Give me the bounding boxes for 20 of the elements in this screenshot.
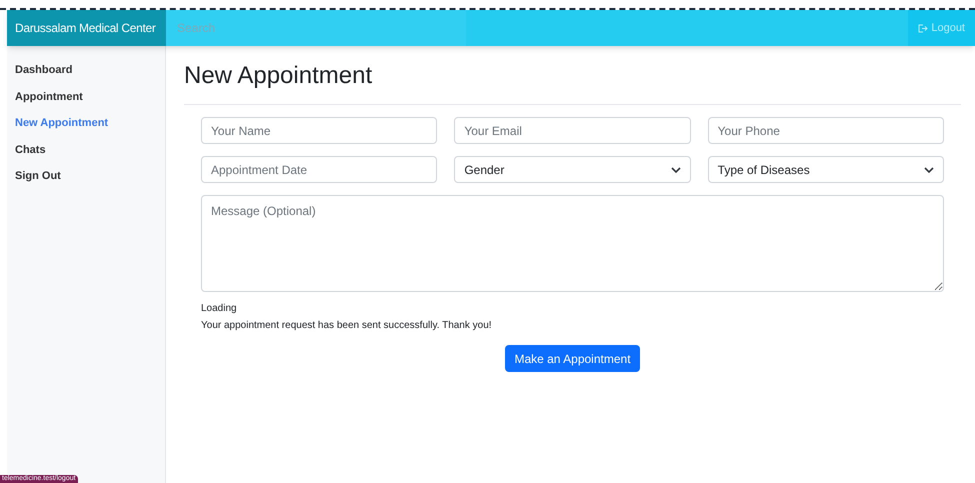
- chevron-down-icon: [670, 166, 681, 172]
- chevron-down-icon: [924, 166, 934, 172]
- select-field[interactable]: Gender: [454, 156, 691, 183]
- logout-icon: [918, 24, 928, 32]
- sidebar-item[interactable]: Sign Out: [7, 168, 69, 184]
- page-title: New Appointment: [184, 61, 374, 91]
- message-field[interactable]: Message (Optional): [201, 195, 944, 292]
- select-field[interactable]: Type of Diseases: [708, 156, 944, 183]
- sidebar-item[interactable]: New Appointment: [7, 115, 116, 132]
- loading-text: Loading: [201, 302, 238, 316]
- success-message: Your appointment request has been sent successfully. Thank you!: [201, 319, 493, 333]
- input-field[interactable]: Your Phone: [708, 117, 944, 144]
- sidebar-item[interactable]: Appointment: [7, 88, 91, 105]
- sidebar-item[interactable]: Chats: [7, 142, 54, 158]
- input-field[interactable]: Your Name: [201, 117, 438, 144]
- input-field[interactable]: Appointment Date: [201, 156, 438, 183]
- submit-button[interactable]: Make an Appointment: [505, 345, 640, 372]
- brand-title[interactable]: Darussalam Medical Center: [15, 19, 156, 37]
- input-field[interactable]: Your Email: [454, 117, 691, 144]
- sidebar-item[interactable]: Dashboard: [7, 62, 80, 78]
